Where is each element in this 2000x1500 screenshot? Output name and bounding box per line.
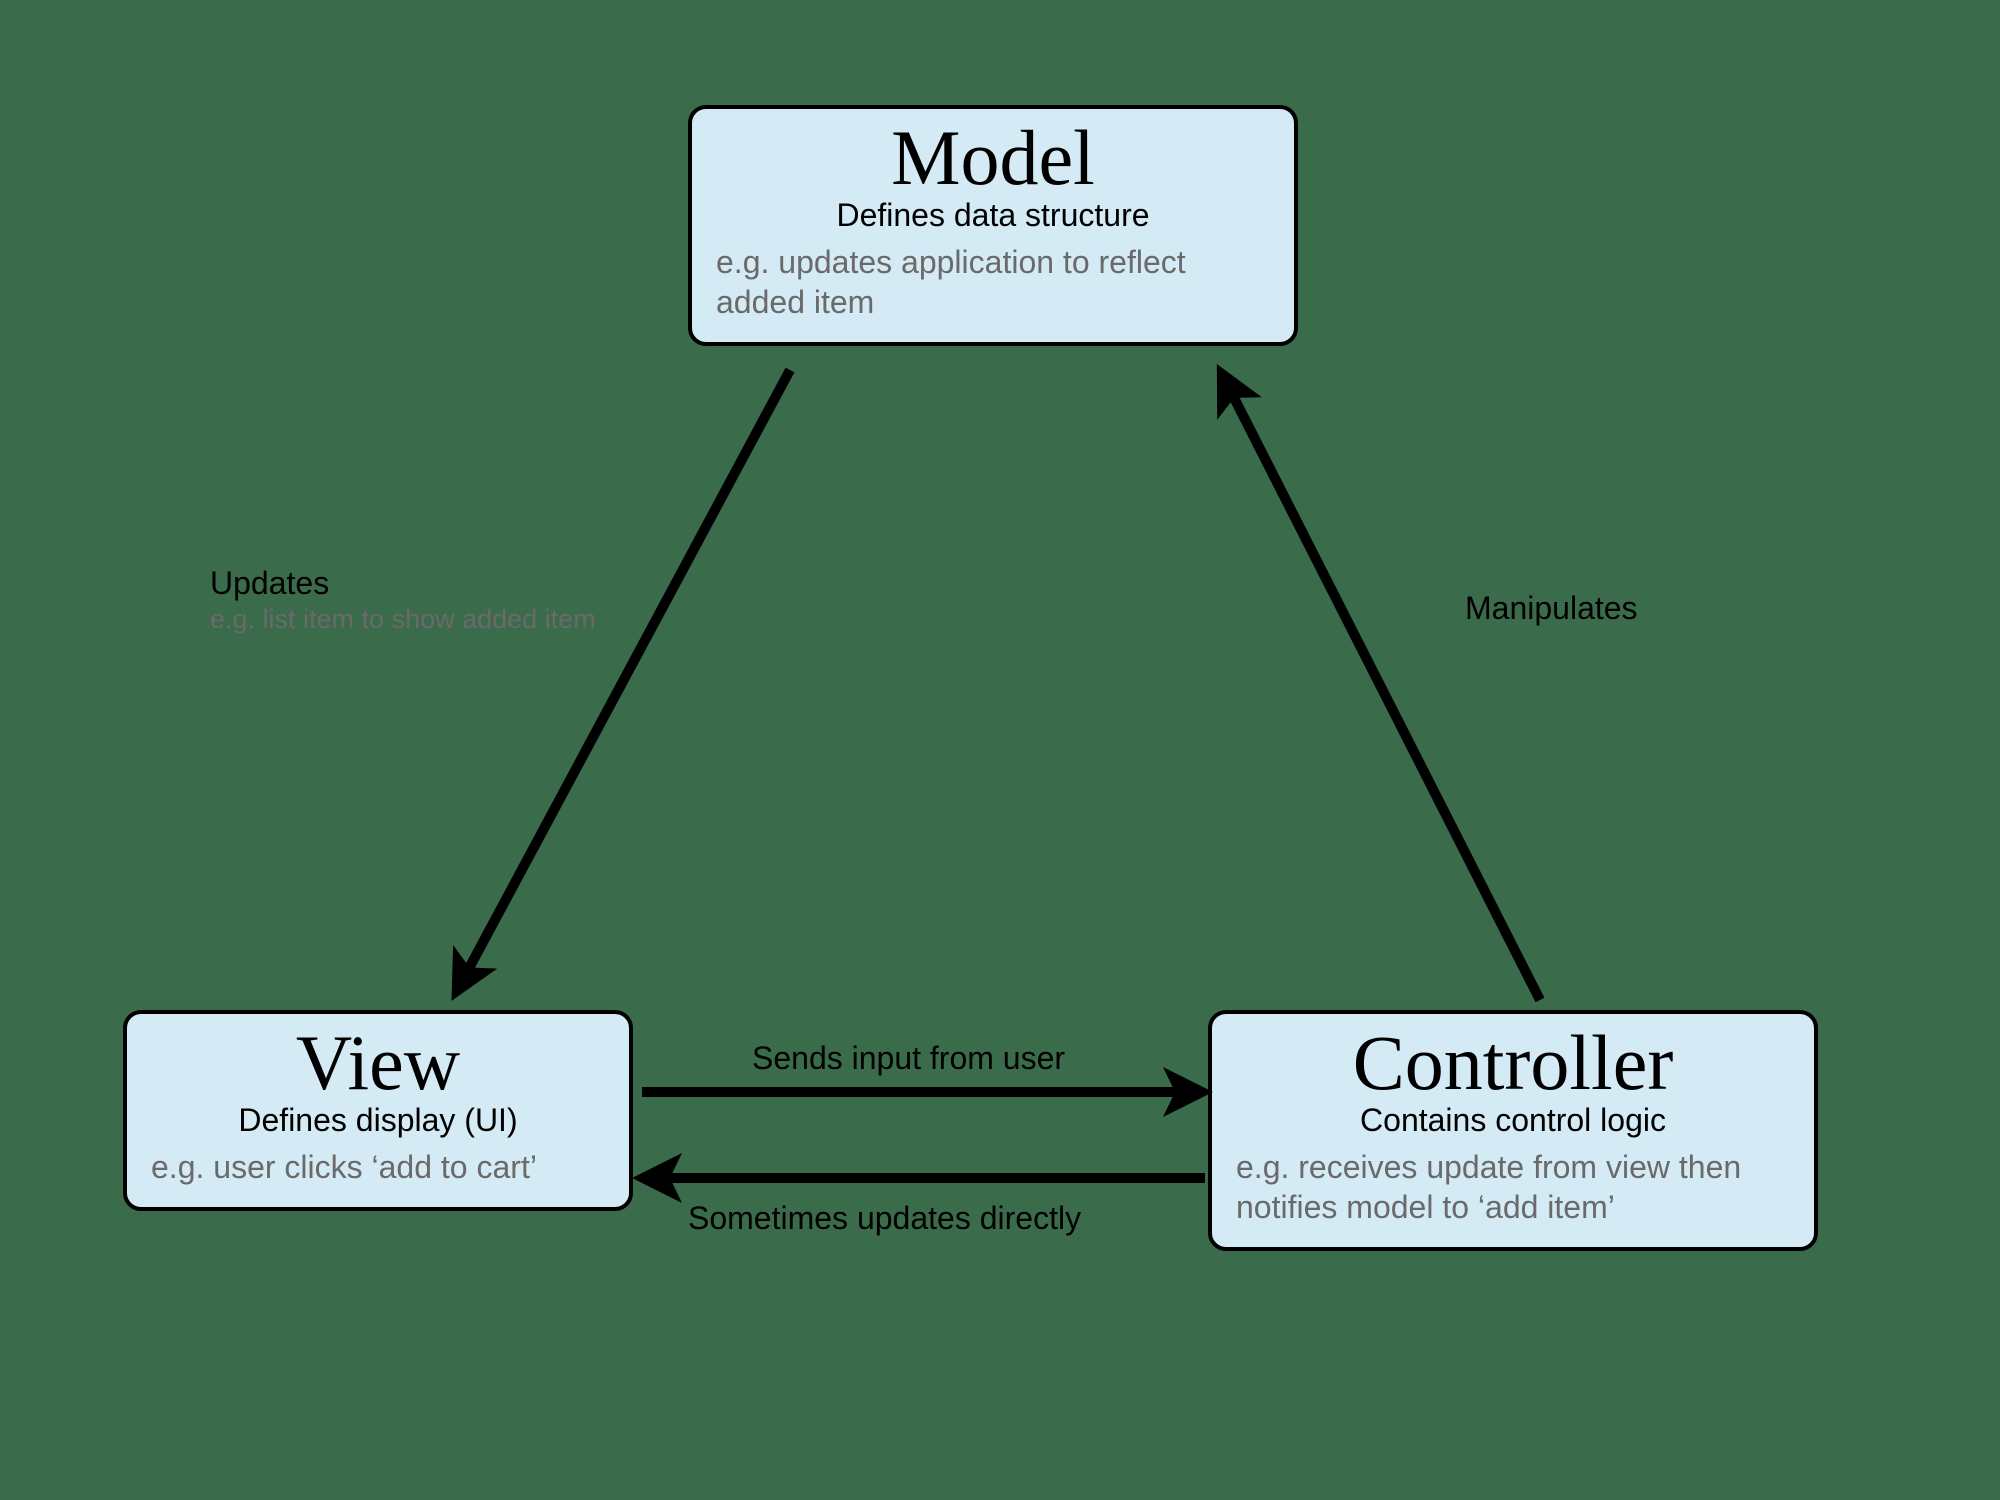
- model-example: e.g. updates application to reflect adde…: [716, 242, 1270, 322]
- model-subtitle: Defines data structure: [716, 197, 1270, 234]
- view-example: e.g. user clicks ‘add to cart’: [151, 1147, 605, 1187]
- view-title: View: [151, 1022, 605, 1104]
- edge-label-sometimes-updates: Sometimes updates directly: [688, 1200, 1081, 1237]
- edge-sometimes-updates-text: Sometimes updates directly: [688, 1200, 1081, 1236]
- edge-label-manipulates: Manipulates: [1465, 590, 1638, 627]
- controller-example: e.g. receives update from view then noti…: [1236, 1147, 1790, 1227]
- edge-manipulates-text: Manipulates: [1465, 590, 1638, 626]
- controller-title: Controller: [1236, 1022, 1790, 1104]
- edge-label-sends-input: Sends input from user: [752, 1040, 1065, 1077]
- model-title: Model: [716, 117, 1270, 199]
- node-controller: Controller Contains control logic e.g. r…: [1208, 1010, 1818, 1251]
- node-view: View Defines display (UI) e.g. user clic…: [123, 1010, 633, 1211]
- edge-updates-subtext: e.g. list item to show added item: [210, 604, 596, 635]
- edge-updates-text: Updates: [210, 565, 329, 601]
- edge-sends-input-text: Sends input from user: [752, 1040, 1065, 1076]
- controller-subtitle: Contains control logic: [1236, 1102, 1790, 1139]
- edge-label-updates: Updates e.g. list item to show added ite…: [210, 565, 596, 635]
- node-model: Model Defines data structure e.g. update…: [688, 105, 1298, 346]
- view-subtitle: Defines display (UI): [151, 1102, 605, 1139]
